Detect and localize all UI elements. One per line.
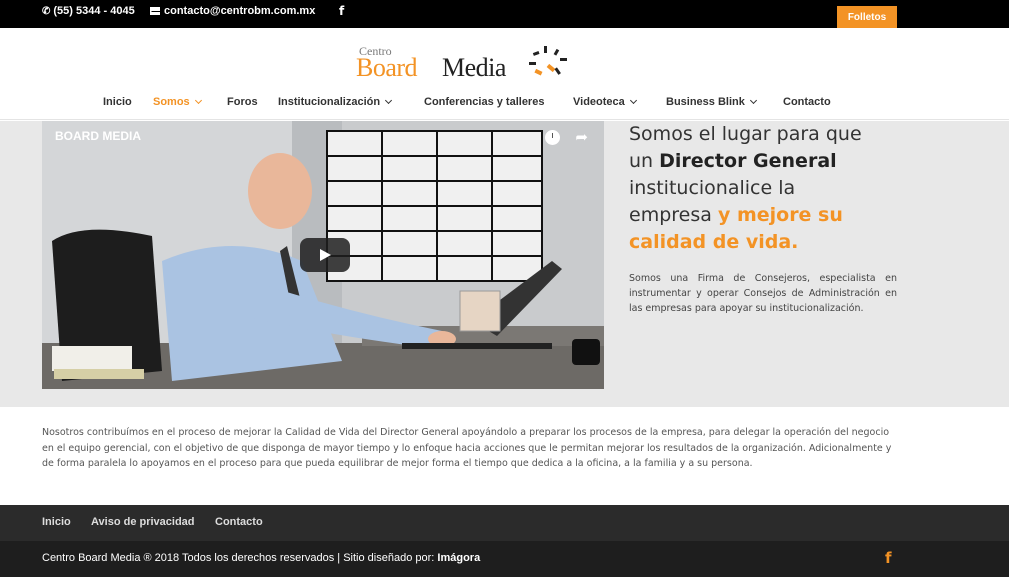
top-bar: ✆ (55) 5344 - 4045 contacto@centrobm.com… — [0, 0, 1009, 28]
headline-highlight: y mejore su — [717, 204, 843, 226]
about-paragraph: Nosotros contribuímos en el proceso de m… — [42, 427, 892, 469]
share-icon[interactable]: ➦ — [575, 128, 588, 146]
logo-media-text: Media — [442, 53, 506, 82]
designer-link[interactable]: Imágora — [437, 552, 480, 564]
play-icon[interactable] — [300, 238, 350, 272]
footer-link-privacidad[interactable]: Aviso de privacidad — [91, 516, 195, 528]
headline-text: un — [629, 150, 660, 172]
facebook-icon[interactable]: f — [885, 549, 892, 567]
chevron-down-icon — [194, 96, 202, 105]
nav-item-label: Somos — [153, 96, 190, 108]
chevron-down-icon — [629, 96, 637, 105]
hero-text: Somos el lugar para que un Director Gene… — [629, 121, 897, 316]
headline-line-4: empresa y mejore su — [629, 202, 897, 229]
nav-item-videoteca[interactable]: Videoteca — [573, 96, 637, 108]
site-logo[interactable]: Centro Board Media — [356, 42, 596, 82]
copyright-text: Centro Board Media ® 2018 Todos los dere… — [42, 552, 480, 564]
phone-contact[interactable]: ✆ (55) 5344 - 4045 — [42, 5, 135, 17]
folletos-button[interactable]: Folletos — [837, 6, 897, 28]
facebook-icon[interactable]: f — [339, 4, 344, 18]
footer-bottom: Centro Board Media ® 2018 Todos los dere… — [0, 541, 1009, 577]
hero-headline: Somos el lugar para que un Director Gene… — [629, 121, 897, 256]
nav-item-label: Videoteca — [573, 96, 625, 108]
email-address: contacto@centrobm.com.mx — [164, 5, 316, 17]
nav-item-conferencias[interactable]: Conferencias y talleres — [424, 96, 544, 108]
nav-item-somos[interactable]: Somos — [153, 96, 202, 108]
main-nav: Inicio Somos Foros Institucionalización … — [0, 96, 1009, 112]
video-title: BOARD MEDIA — [55, 129, 141, 143]
phone-number: (55) 5344 - 4045 — [53, 5, 135, 17]
nav-item-institucionalizacion[interactable]: Institucionalización — [278, 96, 393, 108]
phone-icon: ✆ — [42, 5, 51, 17]
video-player[interactable]: BOARD MEDIA ➦ — [42, 121, 604, 389]
chevron-down-icon — [749, 96, 757, 105]
nav-item-inicio[interactable]: Inicio — [103, 96, 132, 108]
email-contact[interactable]: contacto@centrobm.com.mx — [150, 5, 315, 17]
headline-strong: Director General — [659, 150, 837, 172]
headline-text: empresa — [629, 204, 718, 226]
footer-nav: Inicio Aviso de privacidad Contacto — [0, 505, 1009, 541]
nav-item-label: Institucionalización — [278, 96, 381, 108]
logo-clock-icon — [529, 46, 567, 76]
logo-board-text: Board — [356, 53, 418, 82]
headline-line-2: un Director General — [629, 148, 897, 175]
nav-item-contacto[interactable]: Contacto — [783, 96, 831, 108]
site-header: Centro Board Media Inicio Somos Foros In… — [0, 28, 1009, 120]
footer-link-contacto[interactable]: Contacto — [215, 516, 263, 528]
nav-item-business-blink[interactable]: Business Blink — [666, 96, 757, 108]
copyright-prefix: Centro Board Media ® 2018 Todos los dere… — [42, 552, 438, 564]
hero-description: Somos una Firma de Consejeros, especiali… — [629, 273, 897, 314]
hero-section: BOARD MEDIA ➦ Somos el lugar para que un… — [0, 121, 1009, 407]
nav-item-label: Business Blink — [666, 96, 745, 108]
nav-item-foros[interactable]: Foros — [227, 96, 258, 108]
envelope-icon — [150, 7, 160, 15]
chevron-down-icon — [385, 96, 393, 105]
footer-link-inicio[interactable]: Inicio — [42, 516, 71, 528]
clock-icon[interactable] — [545, 130, 560, 145]
headline-line-3: institucionalice la — [629, 177, 796, 199]
headline-line-5: calidad de vida. — [629, 231, 799, 253]
headline-line-1: Somos el lugar para que — [629, 123, 862, 145]
